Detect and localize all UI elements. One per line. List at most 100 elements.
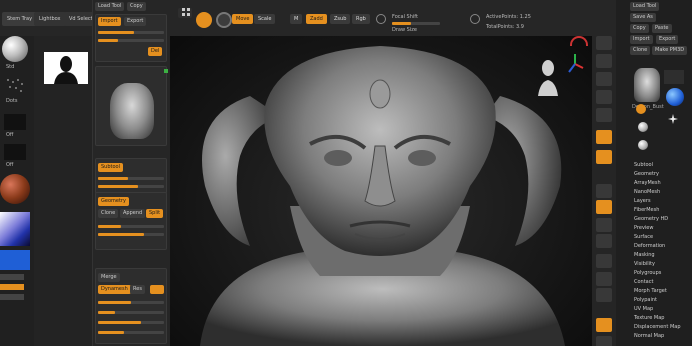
- xyz-icon[interactable]: [596, 218, 612, 232]
- geometry-button[interactable]: Geometry: [98, 197, 129, 206]
- res-button[interactable]: Res: [130, 285, 145, 294]
- demon-bust-thumbnail[interactable]: [634, 68, 660, 102]
- menu-masking[interactable]: Masking: [634, 252, 655, 258]
- deform-slider-3[interactable]: [98, 321, 164, 324]
- frame-icon[interactable]: [596, 234, 612, 248]
- menu-fibermesh[interactable]: FiberMesh: [634, 207, 659, 213]
- actual-icon[interactable]: [596, 90, 612, 104]
- menu-surface[interactable]: Surface: [634, 234, 653, 240]
- move-button[interactable]: Move: [232, 14, 254, 24]
- subtool-button[interactable]: Subtool: [98, 163, 123, 172]
- local-icon[interactable]: [596, 184, 612, 198]
- draw-mode-icon[interactable]: [216, 12, 232, 28]
- menu-arraymesh[interactable]: ArrayMesh: [634, 180, 661, 186]
- menu-visibility[interactable]: Visibility: [634, 261, 655, 267]
- scroll-icon[interactable]: [596, 54, 612, 68]
- polyf-button[interactable]: [596, 318, 612, 332]
- sphere-thumbnail-2[interactable]: [638, 122, 648, 132]
- copy-button[interactable]: Copy: [127, 2, 146, 11]
- floor-button[interactable]: [596, 150, 612, 164]
- sphere-thumbnail-3[interactable]: [638, 140, 648, 150]
- persp-button[interactable]: [596, 130, 612, 144]
- scale-icon[interactable]: [596, 272, 612, 286]
- canvas-viewport[interactable]: [170, 36, 592, 346]
- load-tool-button[interactable]: Load Tool: [95, 2, 125, 11]
- menu-polypaint[interactable]: Polypaint: [634, 297, 657, 303]
- aahalf-icon[interactable]: [596, 108, 612, 122]
- append-button[interactable]: Append: [120, 209, 146, 218]
- color-swatch-blue[interactable]: [0, 250, 30, 270]
- rp-copy[interactable]: Copy: [630, 24, 649, 33]
- swatch-bar-3[interactable]: [0, 294, 24, 300]
- color-picker[interactable]: [0, 212, 30, 246]
- rp-import[interactable]: Import: [630, 35, 653, 44]
- scale-button[interactable]: Scale: [254, 14, 276, 24]
- menu-morph-target[interactable]: Morph Target: [634, 288, 667, 294]
- rp-load-tool[interactable]: Load Tool: [630, 2, 660, 11]
- deform-slider-4[interactable]: [98, 331, 164, 334]
- gizmo-button[interactable]: [596, 200, 612, 214]
- rp-save-as[interactable]: Save As: [630, 13, 656, 22]
- rp-clone[interactable]: Clone: [630, 46, 651, 55]
- menu-geometry[interactable]: Geometry: [634, 171, 659, 177]
- subtool-slider[interactable]: [98, 177, 164, 180]
- menu-deformation[interactable]: Deformation: [634, 243, 665, 249]
- bpr-button[interactable]: [596, 36, 612, 50]
- rotate-icon[interactable]: [596, 288, 612, 302]
- tool-thumbnail[interactable]: [44, 52, 88, 84]
- m-button[interactable]: M: [290, 14, 303, 24]
- menu-displacement-map[interactable]: Displacement Map: [634, 324, 681, 330]
- tool-slider-2[interactable]: [98, 39, 164, 42]
- edit-mode-icon[interactable]: [196, 12, 212, 28]
- export-button[interactable]: Export: [124, 17, 147, 26]
- mrg-button[interactable]: [178, 8, 192, 18]
- tool-preview-bust[interactable]: [110, 83, 154, 139]
- nav-gizmo[interactable]: [536, 58, 560, 98]
- star-thumbnail[interactable]: [668, 114, 678, 124]
- clone-button[interactable]: Clone: [98, 209, 119, 218]
- focal-slider[interactable]: [392, 22, 440, 25]
- mask-toggle[interactable]: [150, 285, 164, 294]
- cylinder-thumbnail[interactable]: [664, 70, 684, 84]
- menu-texture-map[interactable]: Texture Map: [634, 315, 664, 321]
- sphere3d-thumbnail[interactable]: [666, 88, 684, 106]
- rp-make-pm3d[interactable]: Make PM3D: [652, 46, 688, 55]
- rgb-button[interactable]: Rgb: [352, 14, 370, 24]
- tab-lightbox[interactable]: Lightbox: [34, 12, 66, 26]
- axis-gizmo-icon[interactable]: [566, 52, 584, 76]
- menu-geometry-hd[interactable]: Geometry HD: [634, 216, 668, 222]
- split-button[interactable]: Split: [146, 209, 164, 218]
- deform-slider-1[interactable]: [98, 301, 164, 304]
- transp-icon[interactable]: [596, 336, 612, 346]
- menu-subtool[interactable]: Subtool: [634, 162, 653, 168]
- geometry-slider[interactable]: [98, 225, 164, 228]
- zoom-icon[interactable]: [596, 72, 612, 86]
- simplebrush-thumbnail[interactable]: [636, 104, 646, 114]
- zsub-button[interactable]: Zsub: [330, 14, 351, 24]
- menu-layers[interactable]: Layers: [634, 198, 651, 204]
- header-toggle[interactable]: Del: [148, 47, 163, 56]
- rp-paste[interactable]: Paste: [652, 24, 672, 33]
- geometry-slider-2[interactable]: [98, 233, 164, 236]
- swatch-bar-1[interactable]: [0, 274, 24, 280]
- menu-uv-map[interactable]: UV Map: [634, 306, 653, 312]
- subtool-slider-2[interactable]: [98, 185, 164, 188]
- swatch-bar-2[interactable]: [0, 284, 24, 290]
- menu-polygroups[interactable]: Polygroups: [634, 270, 661, 276]
- menu-normal-map[interactable]: Normal Map: [634, 333, 664, 339]
- tool-slider-1[interactable]: [98, 31, 164, 34]
- move-icon[interactable]: [596, 254, 612, 268]
- rp-export[interactable]: Export: [656, 35, 679, 44]
- tab-stem-tray[interactable]: Stem Tray: [2, 12, 38, 26]
- zadd-button[interactable]: Zadd: [306, 14, 327, 24]
- menu-contact[interactable]: Contact: [634, 279, 653, 285]
- texture-icon[interactable]: [4, 144, 26, 160]
- stroke-icon[interactable]: [4, 76, 26, 96]
- material-sphere-icon[interactable]: [0, 174, 30, 204]
- menu-preview[interactable]: Preview: [634, 225, 653, 231]
- import-button[interactable]: Import: [98, 17, 121, 26]
- deform-slider-2[interactable]: [98, 311, 164, 314]
- alpha-icon[interactable]: [4, 114, 26, 130]
- dynamesh-button[interactable]: Dynamesh: [98, 285, 131, 294]
- merge-button[interactable]: Merge: [98, 273, 120, 282]
